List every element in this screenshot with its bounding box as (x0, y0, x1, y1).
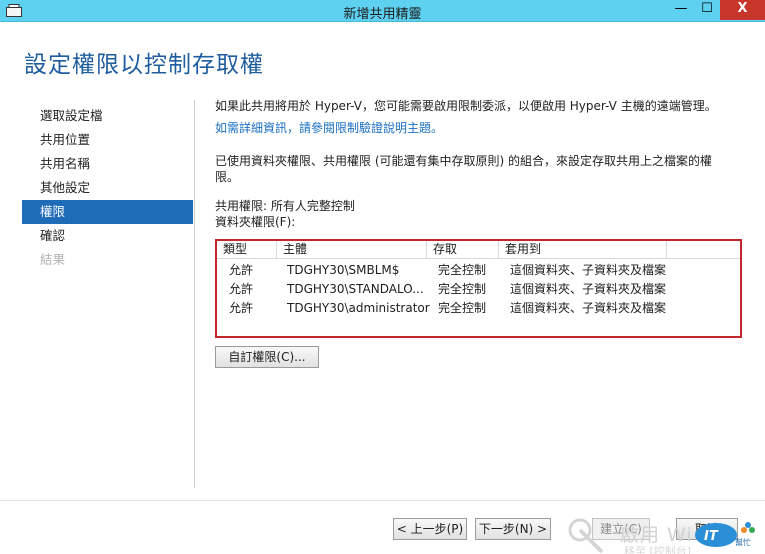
page-title: 設定權限以控制存取權 (24, 52, 264, 78)
table-row[interactable]: 允許 TDGHY30\STANDALO... 完全控制 這個資料夾、子資料夾及檔… (217, 279, 740, 299)
nav-item-share-location[interactable]: 共用位置 (22, 128, 193, 152)
row-type: 允許 (229, 301, 254, 315)
folder-permissions-table[interactable]: 類型 主體 存取 套用到 允許 TDGHY30\SMBLM$ 完全控制 這個資料… (215, 239, 742, 338)
column-header-access[interactable]: 存取 (427, 241, 499, 259)
row-type: 允許 (229, 263, 254, 277)
activate-windows-subtext: 移至 [控制台] (624, 545, 692, 554)
nav-item-permissions[interactable]: 權限 (22, 200, 193, 224)
row-principal: TDGHY30\administrator (287, 301, 430, 315)
title-bar: 新增共用精靈 — ☐ X (0, 0, 765, 22)
column-header-principal[interactable]: 主體 (277, 241, 427, 259)
window-title: 新增共用精靈 (343, 7, 422, 22)
share-permissions-value: 所有人完整控制 (270, 199, 355, 213)
table-row[interactable]: 允許 TDGHY30\administrator 完全控制 這個資料夾、子資料夾… (217, 298, 740, 318)
row-principal: TDGHY30\SMBLM$ (287, 263, 400, 277)
row-access: 完全控制 (438, 282, 487, 296)
row-type: 允許 (229, 282, 254, 296)
share-permissions-label: 共用權限: (215, 199, 268, 213)
row-applies-to: 這個資料夾、子資料夾及檔案 (510, 282, 667, 296)
folder-permissions-label: 資料夾權限(F): (215, 215, 296, 229)
permissions-description: 已使用資料夾權限、共用權限 (可能還有集中存取原則) 的組合，來設定存取共用上之… (215, 154, 712, 184)
nav-item-confirmation[interactable]: 確認 (22, 224, 193, 248)
custom-permissions-button[interactable]: 自訂權限(C)... (215, 346, 319, 368)
minimize-button[interactable]: — (668, 0, 694, 20)
nav-item-share-name[interactable]: 共用名稱 (22, 152, 193, 176)
ithome-badge-logo: IT 幫忙 (695, 522, 755, 547)
table-header: 類型 主體 存取 套用到 (217, 241, 740, 259)
previous-button[interactable]: < 上一步(P) (393, 518, 467, 540)
svg-text:幫忙: 幫忙 (735, 537, 751, 547)
row-access: 完全控制 (438, 301, 487, 315)
row-applies-to: 這個資料夾、子資料夾及檔案 (510, 263, 667, 277)
row-principal: TDGHY30\STANDALO... (287, 282, 424, 296)
table-row[interactable]: 允許 TDGHY30\SMBLM$ 完全控制 這個資料夾、子資料夾及檔案 (217, 260, 740, 280)
nav-item-other-settings[interactable]: 其他設定 (22, 176, 193, 200)
column-header-type[interactable]: 類型 (217, 241, 277, 259)
maximize-button[interactable]: ☐ (694, 0, 720, 20)
hyperv-intro-text: 如果此共用將用於 Hyper-V，您可能需要啟用限制委派，以便啟用 Hyper-… (215, 99, 717, 113)
svg-text:IT: IT (704, 529, 719, 544)
nav-item-select-profile[interactable]: 選取設定檔 (22, 104, 193, 128)
row-applies-to: 這個資料夾、子資料夾及檔案 (510, 301, 667, 315)
permissions-content: 如果此共用將用於 Hyper-V，您可能需要啟用限制委派，以便啟用 Hyper-… (215, 98, 745, 230)
nav-item-results: 結果 (40, 252, 66, 267)
share-permissions-line: 共用權限: 所有人完整控制 (215, 198, 745, 214)
help-link[interactable]: 如需詳細資訊，請參閱限制驗證說明主題。 (215, 120, 745, 136)
column-header-applies-to[interactable]: 套用到 (499, 241, 667, 259)
nav-divider (194, 100, 195, 488)
watermark-logo-icon (568, 518, 604, 554)
close-button[interactable]: X (720, 0, 765, 20)
next-button[interactable]: 下一步(N) > (475, 518, 551, 540)
wizard-steps-nav: 選取設定檔 共用位置 共用名稱 其他設定 權限 確認 結果 (22, 104, 193, 272)
row-access: 完全控制 (438, 263, 487, 277)
